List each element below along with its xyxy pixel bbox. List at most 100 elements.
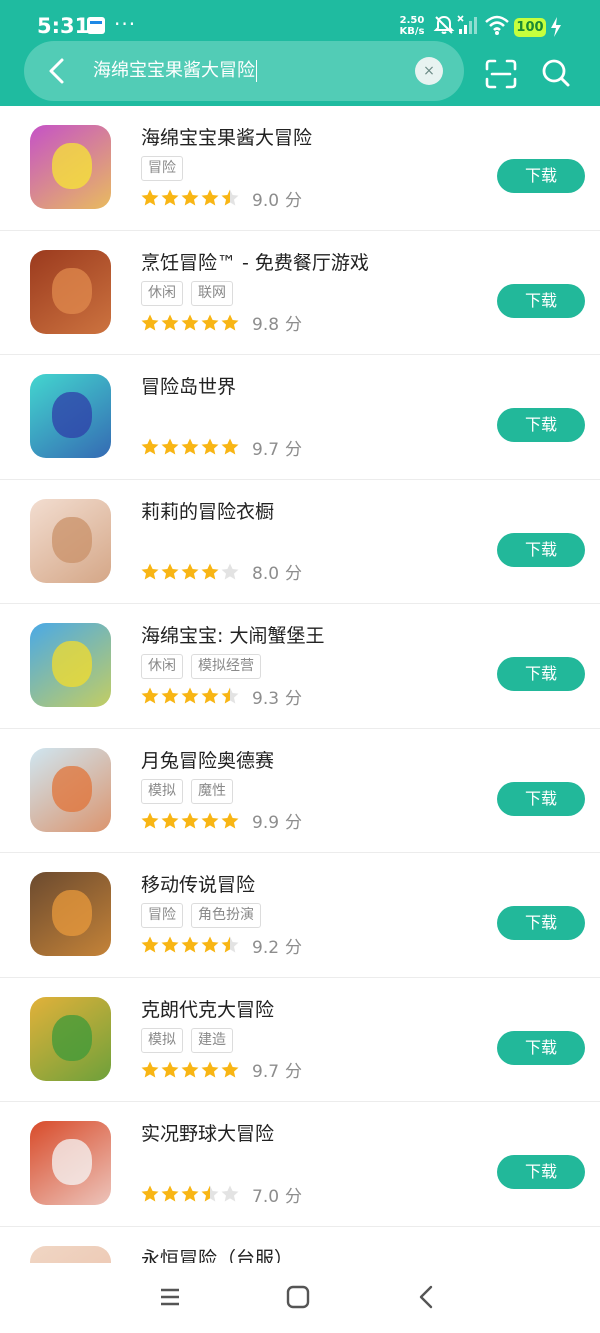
app-name[interactable]: 海绵宝宝果酱大冒险 — [141, 123, 312, 150]
back-arrow-icon[interactable] — [44, 56, 70, 86]
app-name[interactable]: 实况野球大冒险 — [141, 1119, 274, 1146]
star-icon — [181, 189, 199, 206]
star-icon — [181, 936, 199, 953]
download-button[interactable]: 下载 — [497, 781, 585, 816]
app-score-unit: 分 — [285, 190, 303, 211]
app-tag: 建造 — [191, 1027, 233, 1053]
network-speed-unit: KB/s — [399, 26, 425, 37]
app-rating: 9.7 分 — [140, 1059, 303, 1082]
powerful-baseball-icon[interactable] — [30, 1121, 111, 1205]
app-score-unit: 分 — [285, 1062, 303, 1082]
status-bar: 5:31 ··· 2.50 KB/s 100 — [0, 0, 600, 44]
app-tags: 模拟 建造 — [141, 1027, 241, 1053]
app-rating: 7.0 分 — [140, 1183, 303, 1207]
download-button[interactable]: 下载 — [497, 159, 585, 193]
download-button[interactable]: 下载 — [497, 532, 585, 567]
app-name[interactable]: 烹饪冒险™ - 免费餐厅游戏 — [141, 248, 369, 275]
download-button[interactable]: 下载 — [497, 1155, 585, 1189]
app-tags: 休闲 模拟经营 — [141, 654, 269, 679]
cellular-signal-icon — [457, 15, 477, 34]
app-score-value: 9.7 — [252, 439, 280, 460]
app-name[interactable]: 莉莉的冒险衣橱 — [141, 497, 274, 524]
mute-bell-icon — [433, 15, 455, 34]
app-score-unit: 分 — [285, 688, 303, 709]
search-input[interactable]: 海绵宝宝果酱大冒险 — [93, 57, 257, 85]
spongebob-jam-icon[interactable] — [30, 125, 111, 209]
list-item[interactable]: 月兔冒险奥德赛 模拟 魔性 9.9 分 下载 — [0, 729, 600, 853]
search-icon[interactable] — [540, 57, 572, 91]
star-icon — [221, 438, 239, 455]
lily-wardrobe-icon[interactable] — [30, 498, 111, 583]
app-score-value: 9.7 — [252, 1062, 280, 1082]
list-item[interactable]: 海绵宝宝: 大闹蟹堡王 休闲 模拟经营 9.3 分 下载 — [0, 604, 600, 729]
star-icon — [201, 563, 219, 579]
app-score: 8.0 分 — [252, 559, 302, 584]
download-button[interactable]: 下载 — [497, 408, 585, 442]
star-icon — [221, 1061, 239, 1077]
battery-level: 100 — [514, 18, 546, 37]
list-item[interactable]: 烹饪冒险™ - 免费餐厅游戏 休闲 联网 9.8 分 下载 — [0, 231, 600, 355]
app-name[interactable]: 冒险岛世界 — [141, 372, 236, 399]
star-icon — [161, 1185, 179, 1202]
app-score-unit: 分 — [285, 564, 303, 584]
cooking-adventure-icon[interactable] — [30, 249, 111, 334]
list-item[interactable]: 移动传说冒险 冒险 角色扮演 9.2 分 下载 — [0, 853, 600, 978]
charging-bolt-icon — [551, 17, 561, 37]
app-name[interactable]: 海绵宝宝: 大闹蟹堡王 — [141, 621, 324, 648]
klondike-adventure-icon[interactable] — [30, 996, 111, 1081]
app-tag: 模拟经营 — [191, 654, 261, 679]
home-icon[interactable] — [285, 1284, 311, 1310]
more-notifications-icon: ··· — [114, 12, 137, 36]
app-tag: 角色扮演 — [191, 903, 261, 928]
list-item[interactable]: 克朗代克大冒险 模拟 建造 9.7 分 下载 — [0, 978, 600, 1102]
mobile-legends-adventure-icon[interactable] — [30, 872, 111, 956]
app-name[interactable]: 移动传说冒险 — [141, 870, 255, 897]
download-button[interactable]: 下载 — [497, 283, 585, 318]
star-icon — [161, 189, 179, 206]
star-icon — [141, 936, 159, 953]
star-icon — [161, 1061, 179, 1077]
star-icon — [221, 1185, 239, 1202]
star-icon — [161, 563, 179, 579]
star-icon — [141, 1061, 159, 1077]
app-name[interactable]: 克朗代克大冒险 — [141, 995, 274, 1022]
list-item[interactable]: 冒险岛世界 9.7 分 下载 — [0, 355, 600, 480]
star-icon — [161, 687, 179, 704]
spongebob-krusty-icon[interactable] — [30, 623, 111, 707]
list-item[interactable]: 实况野球大冒险 7.0 分 下载 — [0, 1102, 600, 1227]
clear-search-button[interactable]: × — [415, 57, 443, 85]
list-item[interactable]: 永恒冒险（台服） — [0, 1227, 600, 1264]
app-name[interactable]: 永恒冒险（台服） — [141, 1244, 293, 1264]
download-button[interactable]: 下载 — [497, 1030, 585, 1065]
star-icon — [181, 563, 199, 579]
star-icon — [181, 812, 199, 828]
system-navigation-bar — [0, 1263, 600, 1333]
app-result-list[interactable]: 海绵宝宝果酱大冒险 冒险 9.0 分下载 烹饪冒险™ - 免费餐厅游戏 休闲 联网 9.8 分下… — [0, 106, 600, 1263]
list-item[interactable]: 海绵宝宝果酱大冒险 冒险 9.0 分 下载 — [0, 106, 600, 231]
app-score-unit: 分 — [285, 439, 303, 460]
maplestory-worlds-icon[interactable] — [30, 374, 111, 458]
scan-icon[interactable] — [485, 59, 517, 89]
star-icon — [161, 812, 179, 828]
star-icon — [201, 438, 219, 455]
search-query: 海绵宝宝果酱大冒险 — [93, 60, 255, 81]
network-speed: 2.50 KB/s — [396, 15, 428, 37]
star-icon — [141, 812, 159, 828]
app-score: 9.2 分 — [252, 933, 302, 958]
app-tag: 休闲 — [141, 280, 183, 306]
download-button[interactable]: 下载 — [497, 657, 585, 691]
star-icon — [141, 314, 159, 330]
app-score-unit: 分 — [285, 1186, 303, 1207]
moon-rabbit-icon[interactable] — [30, 747, 111, 832]
back-nav-icon[interactable] — [414, 1284, 438, 1310]
app-score-unit: 分 — [285, 937, 303, 958]
status-time: 5:31 — [37, 14, 90, 38]
eternal-adventure-icon[interactable] — [30, 1245, 111, 1263]
list-item[interactable]: 莉莉的冒险衣橱 8.0 分 下载 — [0, 480, 600, 604]
star-icon — [221, 314, 239, 330]
star-icon — [221, 563, 239, 579]
download-button[interactable]: 下载 — [497, 906, 585, 940]
menu-icon[interactable] — [158, 1285, 182, 1309]
app-name[interactable]: 月兔冒险奥德赛 — [141, 746, 274, 773]
wifi-icon — [485, 15, 509, 35]
